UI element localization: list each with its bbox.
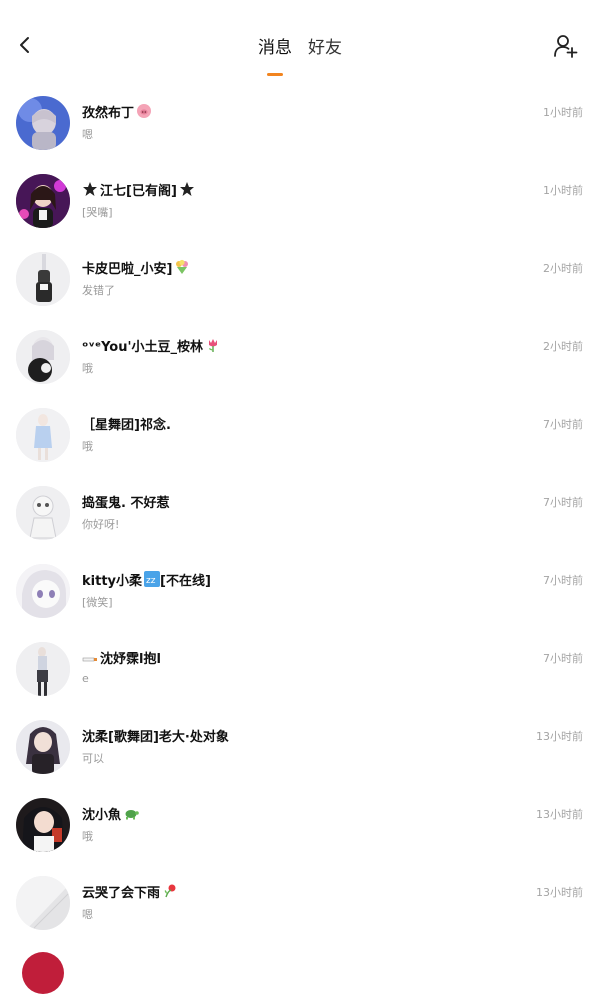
conversation-name-line: 沈小魚 (82, 803, 480, 823)
flower-emoji-icon (162, 883, 178, 899)
message-time: 1小时前 (543, 106, 583, 119)
back-button[interactable] (12, 34, 36, 60)
conversation-row[interactable]: 孜然布丁 嗯 1小时前 (0, 84, 600, 162)
tab-friends-label: 好友 (308, 38, 342, 58)
message-preview: [微笑] (82, 596, 113, 609)
avatar[interactable] (16, 408, 70, 462)
conversation-name-line: 沈妤霂l抱l (82, 647, 480, 667)
conversation-name-line: kitty小柔 zz [不在线] (82, 569, 480, 589)
conversation-name-line: 捣蛋鬼. 不好惹 (82, 491, 480, 511)
message-preview: 哦 (82, 440, 93, 453)
conversation-name-line: 云哭了会下雨 (82, 881, 480, 901)
message-preview: 哦 (82, 362, 93, 375)
message-time: 7小时前 (543, 652, 583, 665)
message-time: 13小时前 (536, 808, 583, 821)
turtle-emoji-icon (123, 805, 139, 821)
avatar[interactable] (16, 564, 70, 618)
message-time: 13小时前 (536, 886, 583, 899)
conversation-row[interactable]: 江七[已有阁] [哭嘴] 1小时前 (0, 162, 600, 240)
message-preview: 可以 (82, 752, 104, 765)
conversation-row[interactable]: 捣蛋鬼. 不好惹 你好呀! 7小时前 (0, 474, 600, 552)
contact-name: 捣蛋鬼. 不好惹 (82, 495, 170, 511)
conversation-list: 孜然布丁 嗯 1小时前 江七[已有阁] [哭嘴] 1小时前 卡皮巴啦_小安] 发… (0, 84, 600, 942)
zzz-emoji-icon: zz (144, 571, 161, 587)
avatar[interactable] (16, 642, 70, 696)
contact-name: 卡皮巴啦_小安] (82, 261, 173, 277)
message-time: 13小时前 (536, 730, 583, 743)
tab-messages-label: 消息 (258, 38, 292, 58)
star-icon (82, 181, 98, 197)
avatar[interactable] (16, 876, 70, 930)
conversation-name-line: 江七[已有阁] (82, 179, 480, 199)
tab-messages[interactable]: 消息 (250, 34, 300, 78)
svg-text:zz: zz (146, 576, 156, 586)
conversation-name-line: ［星舞团]祁念. (82, 413, 480, 433)
pig-emoji-icon (136, 103, 152, 119)
conversation-name-line: 孜然布丁 (82, 101, 480, 121)
conversation-name-line: 卡皮巴啦_小安] (82, 257, 480, 277)
avatar[interactable] (16, 798, 70, 852)
conversation-name-line: ᵒᵛᵉYou'小土豆_桉林 (82, 335, 480, 355)
message-preview: 发错了 (82, 284, 115, 297)
conversation-row[interactable]: 云哭了会下雨 嗯 13小时前 (0, 864, 600, 942)
message-time: 7小时前 (543, 496, 583, 509)
contact-name: 江七[已有阁] (100, 183, 177, 199)
message-preview: e (82, 672, 89, 685)
message-time: 7小时前 (543, 574, 583, 587)
conversation-row[interactable]: 沈妤霂l抱l e 7小时前 (0, 630, 600, 708)
bouquet-emoji-icon (174, 259, 190, 275)
add-user-icon (553, 33, 579, 63)
message-time: 2小时前 (543, 262, 583, 275)
conversation-row[interactable]: 沈柔[歌舞团]老大·处对象 可以 13小时前 (0, 708, 600, 786)
contact-name: 沈柔[歌舞团]老大·处对象 (82, 729, 229, 745)
message-preview: [哭嘴] (82, 206, 113, 219)
message-time: 1小时前 (543, 184, 583, 197)
active-tab-indicator (267, 73, 283, 76)
avatar[interactable] (16, 486, 70, 540)
conversation-row[interactable]: ［星舞团]祁念. 哦 7小时前 (0, 396, 600, 474)
add-friend-button[interactable] (552, 34, 580, 62)
avatar[interactable] (16, 330, 70, 384)
conversation-row[interactable]: kitty小柔 zz [不在线] [微笑] 7小时前 (0, 552, 600, 630)
avatar[interactable] (16, 174, 70, 228)
tab-bar: 消息 好友 (0, 34, 600, 78)
message-preview: 嗯 (82, 908, 93, 921)
message-preview: 哦 (82, 830, 93, 843)
conversation-row[interactable]: 沈小魚 哦 13小时前 (0, 786, 600, 864)
conversation-row[interactable]: 卡皮巴啦_小安] 发错了 2小时前 (0, 240, 600, 318)
tulip-emoji-icon (205, 337, 221, 353)
contact-name: ［星舞团]祁念. (82, 417, 171, 433)
avatar[interactable] (22, 952, 64, 994)
conversation-row[interactable]: ᵒᵛᵉYou'小土豆_桉林 哦 2小时前 (0, 318, 600, 396)
message-time: 7小时前 (543, 418, 583, 431)
avatar[interactable] (16, 96, 70, 150)
tab-friends[interactable]: 好友 (300, 34, 350, 78)
cigarette-emoji-icon (82, 649, 98, 665)
contact-name: 云哭了会下雨 (82, 885, 161, 901)
conversation-name-line: 沈柔[歌舞团]老大·处对象 (82, 725, 480, 745)
avatar[interactable] (16, 252, 70, 306)
contact-name: kitty小柔 (82, 573, 143, 589)
star-icon (179, 181, 195, 197)
message-preview: 你好呀! (82, 518, 120, 531)
message-preview: 嗯 (82, 128, 93, 141)
top-bar: 消息 好友 (0, 0, 600, 90)
chevron-left-icon (17, 34, 31, 60)
contact-name: 沈小魚 (82, 807, 122, 823)
contact-name: 沈妤霂l抱l (100, 651, 161, 667)
avatar[interactable] (16, 720, 70, 774)
contact-name: 孜然布丁 (82, 105, 135, 121)
contact-name: ᵒᵛᵉYou'小土豆_桉林 (82, 339, 203, 355)
message-time: 2小时前 (543, 340, 583, 353)
contact-status-suffix: [不在线] (160, 573, 211, 589)
